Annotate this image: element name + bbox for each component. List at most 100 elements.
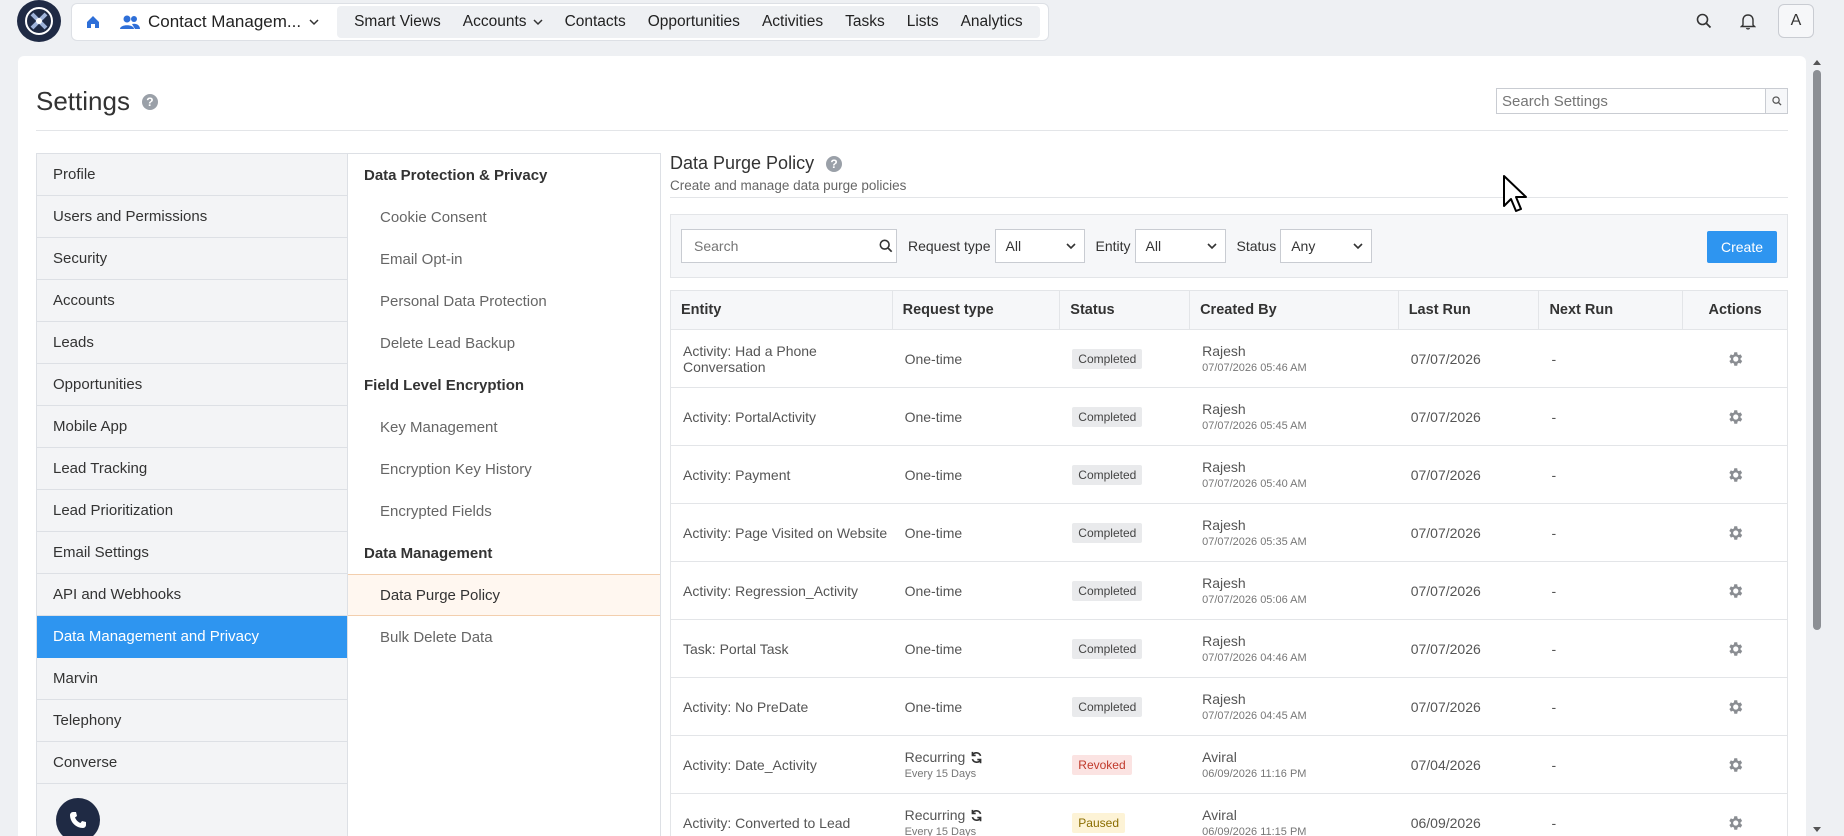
sidebar-item-lead-tracking[interactable]: Lead Tracking: [37, 448, 347, 490]
nav-tasks[interactable]: Tasks: [834, 6, 896, 38]
request-type-text: One-time: [904, 698, 963, 715]
sidebar-item-telephony[interactable]: Telephony: [37, 700, 347, 742]
table-header: Entity Request type Status Created By La…: [671, 291, 1787, 330]
column-header[interactable]: Entity: [671, 291, 893, 329]
sidebar-item-email-settings[interactable]: Email Settings: [37, 532, 347, 574]
gear-icon[interactable]: [1726, 408, 1744, 426]
status-cell: Completed: [1060, 562, 1190, 619]
phone-icon: [70, 812, 86, 828]
create-button[interactable]: Create: [1707, 231, 1777, 263]
gear-icon[interactable]: [1726, 814, 1744, 832]
sidebar-item-users-and-permissions[interactable]: Users and Permissions: [37, 196, 347, 238]
status-select[interactable]: Any: [1280, 229, 1373, 263]
gear-icon[interactable]: [1726, 582, 1744, 600]
status-cell: Completed: [1060, 330, 1190, 387]
sidebar-item-marvin[interactable]: Marvin: [37, 658, 347, 700]
gear-icon[interactable]: [1726, 466, 1744, 484]
created-at: 07/07/2026 05:40 AM: [1202, 478, 1307, 490]
sidebar-item-mobile-app[interactable]: Mobile App: [37, 406, 347, 448]
sidebar-item-profile[interactable]: Profile: [37, 154, 347, 196]
entity-cell: Activity: Converted to Lead: [683, 814, 851, 831]
table-row: Activity: Date_Activity Recurring Every 1…: [671, 736, 1787, 794]
sidebar-item-api-and-webhooks[interactable]: API and Webhooks: [37, 574, 347, 616]
created-at: 07/07/2026 04:45 AM: [1202, 710, 1307, 722]
app-name: Contact Managem...: [148, 12, 302, 31]
gear-icon[interactable]: [1726, 640, 1744, 658]
request-type-label: Request type: [908, 238, 991, 254]
gear-icon[interactable]: [1726, 756, 1744, 774]
column-header[interactable]: Next Run: [1539, 291, 1684, 329]
table-row: Activity: PortalActivity One-time Comple…: [671, 388, 1787, 446]
sidebar-item-leads[interactable]: Leads: [37, 322, 347, 364]
help-icon[interactable]: ?: [141, 93, 158, 110]
policy-search: [681, 229, 897, 263]
entity-select[interactable]: All: [1134, 229, 1226, 263]
sidebar-item-data-management-and-privacy[interactable]: Data Management and Privacy: [37, 616, 347, 658]
search-icon[interactable]: [875, 239, 896, 253]
subnav-item-email-opt-in[interactable]: Email Opt-in: [348, 238, 660, 280]
request-type-select[interactable]: All: [994, 229, 1085, 263]
subnav-item-cookie-consent[interactable]: Cookie Consent: [348, 196, 660, 238]
sidebar-item-converse[interactable]: Converse: [37, 742, 347, 784]
column-header[interactable]: Status: [1060, 291, 1191, 329]
subnav-item-key-management[interactable]: Key Management: [348, 406, 660, 448]
sidebar-item-accounts[interactable]: Accounts: [37, 280, 347, 322]
phone-call-button[interactable]: [56, 798, 100, 836]
next-run-cell: -: [1551, 698, 1557, 715]
refresh-icon: [971, 809, 982, 821]
request-type-recurring: Recurring: [905, 807, 1061, 823]
column-header[interactable]: Created By: [1190, 291, 1399, 329]
settings-sidebar: Profile Users and Permissions Security A…: [36, 153, 347, 836]
request-type-text: Recurring: [904, 807, 966, 823]
help-icon[interactable]: ?: [826, 155, 843, 172]
notification-bell-icon[interactable]: [1726, 0, 1770, 42]
nav-opportunities[interactable]: Opportunities: [637, 6, 751, 38]
nav-lists[interactable]: Lists: [896, 6, 950, 38]
gear-icon[interactable]: [1726, 698, 1744, 716]
policy-search-input[interactable]: [682, 238, 875, 254]
subnav-item-personal-data-protection[interactable]: Personal Data Protection: [348, 280, 660, 322]
gear-icon[interactable]: [1726, 350, 1744, 368]
request-type-cell: One-time: [893, 504, 1061, 561]
home-icon[interactable]: [72, 4, 114, 40]
last-run-cell: 07/07/2026: [1410, 640, 1481, 657]
nav-accounts[interactable]: Accounts: [452, 6, 554, 38]
sidebar-item-opportunities[interactable]: Opportunities: [37, 364, 347, 406]
search-icon[interactable]: [1765, 89, 1787, 113]
scroll-down-icon[interactable]: [1812, 826, 1822, 834]
column-header[interactable]: Request type: [893, 291, 1061, 329]
created-by-cell: Rajesh 07/07/2026 05:46 AM: [1190, 330, 1399, 387]
entity-cell: Activity: Had a Phone Conversation: [683, 342, 817, 375]
nav-smart-views[interactable]: Smart Views: [343, 6, 452, 38]
nav-contacts[interactable]: Contacts: [554, 6, 637, 38]
chevron-down-icon: [1353, 243, 1363, 250]
subnav-item-data-purge-policy[interactable]: Data Purge Policy: [348, 574, 660, 616]
created-at: 07/07/2026 05:46 AM: [1202, 362, 1307, 374]
app-switcher[interactable]: Contact Managem...: [114, 4, 331, 40]
search-settings-input[interactable]: [1497, 89, 1765, 113]
scroll-up-icon[interactable]: [1812, 58, 1822, 66]
search-icon[interactable]: [1682, 0, 1726, 42]
nav-activities[interactable]: Activities: [751, 6, 834, 38]
user-avatar[interactable]: A: [1778, 4, 1814, 38]
subnav-item-encrypted-fields[interactable]: Encrypted Fields: [348, 490, 660, 532]
created-by-name: Rajesh: [1202, 633, 1246, 649]
column-header[interactable]: Last Run: [1399, 291, 1540, 329]
refresh-icon: [971, 751, 982, 763]
subnav-item-encryption-key-history[interactable]: Encryption Key History: [348, 448, 660, 490]
table-row: Activity: Converted to Lead Recurring Eve…: [671, 794, 1787, 836]
page-scrollbar[interactable]: [1810, 56, 1824, 836]
nav-analytics[interactable]: Analytics: [950, 6, 1034, 38]
status-badge: Completed: [1072, 406, 1143, 427]
top-right-actions: A: [1682, 0, 1844, 42]
status-cell: Completed: [1060, 388, 1190, 445]
created-by-cell: Aviral 06/09/2026 11:15 PM: [1190, 794, 1399, 836]
sidebar-item-lead-prioritization[interactable]: Lead Prioritization: [37, 490, 347, 532]
subnav-item-bulk-delete-data[interactable]: Bulk Delete Data: [348, 616, 660, 658]
gear-icon[interactable]: [1726, 524, 1744, 542]
scroll-thumb[interactable]: [1813, 70, 1821, 630]
sidebar-item-security[interactable]: Security: [37, 238, 347, 280]
subnav-item-delete-lead-backup[interactable]: Delete Lead Backup: [348, 322, 660, 364]
divider: [670, 197, 1788, 198]
app-logo[interactable]: [17, 0, 61, 42]
